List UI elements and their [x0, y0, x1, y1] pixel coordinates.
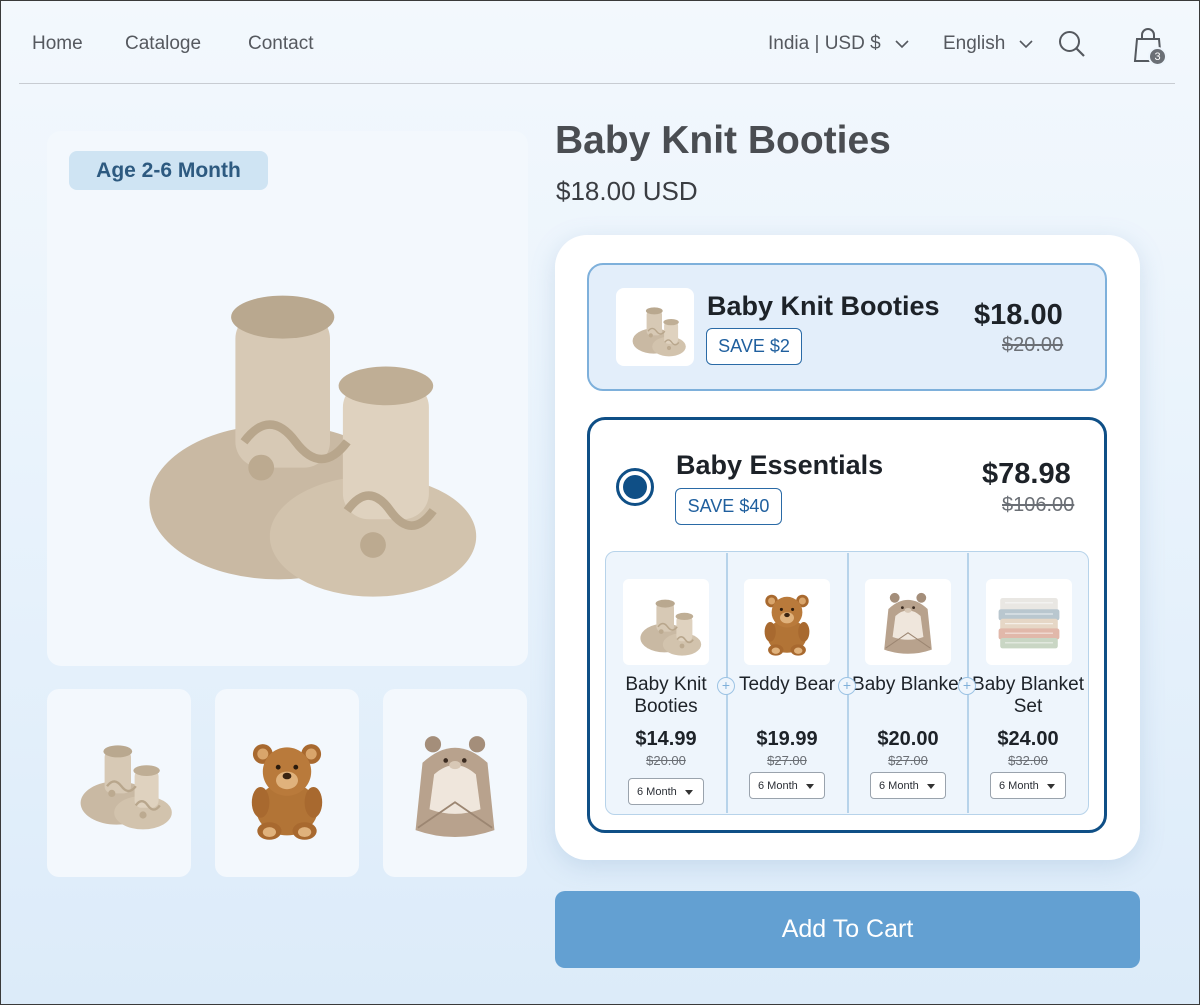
cart-count-badge: 3	[1148, 47, 1167, 66]
bundle-item-old-price: $32.00	[1008, 753, 1048, 768]
age-badge: Age 2-6 Month	[69, 151, 268, 190]
bundle-item-price: $14.99	[635, 728, 697, 750]
thumbnail-teddy-bear[interactable]	[215, 689, 359, 877]
bundle-item-size-select[interactable]: 6 Month	[749, 772, 825, 799]
bundle-item-image	[744, 579, 830, 665]
option-single-save-badge: SAVE $2	[706, 328, 802, 365]
region-selector[interactable]: India | USD $	[768, 33, 909, 55]
bundle-item-name: Baby Knit Booties	[625, 674, 707, 717]
nav-link-home[interactable]: Home	[32, 33, 83, 55]
option-single-name: Baby Knit Booties	[707, 291, 940, 321]
bundle-item-image	[623, 579, 709, 665]
knit-booties-image	[47, 131, 528, 666]
bundle-item-price: $24.00	[997, 728, 1059, 750]
bundle-item-size-select[interactable]: 6 Month	[870, 772, 946, 799]
teddy-item-image	[764, 594, 810, 656]
bundle-item-price: $20.00	[877, 728, 939, 750]
blanket-set-item-image	[997, 597, 1061, 650]
language-selector[interactable]: English	[943, 33, 1033, 55]
bundle-item-old-price: $27.00	[888, 753, 928, 768]
option-bundle-name: Baby Essentials	[676, 450, 884, 480]
plus-icon: +	[838, 677, 856, 695]
booties-thumbnail-image	[79, 744, 174, 831]
booties-option-image	[631, 306, 687, 358]
size-select-value: 6 Month	[999, 779, 1039, 792]
bundle-item-price: $19.99	[756, 728, 818, 750]
caret-down-icon	[806, 784, 814, 789]
bundle-item-old-price: $27.00	[767, 753, 807, 768]
blanket-item-image	[883, 592, 933, 655]
caret-down-icon	[685, 790, 693, 795]
size-select-value: 6 Month	[637, 785, 677, 798]
caret-down-icon	[927, 784, 935, 789]
chevron-down-icon	[1019, 40, 1033, 49]
booties-item-image	[639, 598, 703, 657]
bundle-item-image	[865, 579, 951, 665]
size-select-value: 6 Month	[758, 779, 798, 792]
size-select-value: 6 Month	[879, 779, 919, 792]
blanket-thumbnail-image	[414, 735, 496, 839]
bundle-item-old-price: $20.00	[646, 753, 686, 768]
main-product-image	[47, 131, 528, 666]
bundle-item-name: Teddy Bear	[738, 674, 836, 695]
bundle-item-name: Baby Blanket	[852, 674, 964, 695]
bundle-item-size-select[interactable]: 6 Month	[990, 772, 1066, 799]
option-single-old-price: $20.00	[1002, 334, 1064, 356]
thumbnail-booties[interactable]	[47, 689, 191, 877]
language-label: English	[943, 33, 1006, 54]
option-bundle-old-price: $106.00	[1002, 494, 1075, 516]
bundle-item-image	[986, 579, 1072, 665]
nav-link-contact[interactable]: Contact	[248, 33, 313, 55]
radio-selected-dot	[623, 475, 647, 499]
thumbnail-blanket[interactable]	[383, 689, 527, 877]
option-bundle-save-badge: SAVE $40	[675, 488, 782, 525]
bundle-item-size-select[interactable]: 6 Month	[628, 778, 704, 805]
teddy-thumbnail-image	[251, 744, 323, 840]
chevron-down-icon	[895, 40, 909, 49]
plus-icon: +	[717, 677, 735, 695]
region-label: India | USD $	[768, 33, 881, 54]
plus-icon: +	[958, 677, 976, 695]
option-bundle-price: $78.98	[982, 458, 1071, 490]
option-single-price: $18.00	[974, 299, 1063, 331]
product-price: $18.00 USD	[556, 176, 698, 206]
caret-down-icon	[1047, 784, 1055, 789]
option-single-thumbnail	[616, 288, 694, 366]
bundle-item-name: Baby Blanket Set	[972, 674, 1084, 717]
product-title: Baby Knit Booties	[555, 119, 891, 162]
search-icon[interactable]	[1057, 29, 1087, 59]
nav-link-cataloge[interactable]: Cataloge	[125, 33, 201, 55]
add-to-cart-button[interactable]: Add To Cart	[555, 891, 1140, 968]
